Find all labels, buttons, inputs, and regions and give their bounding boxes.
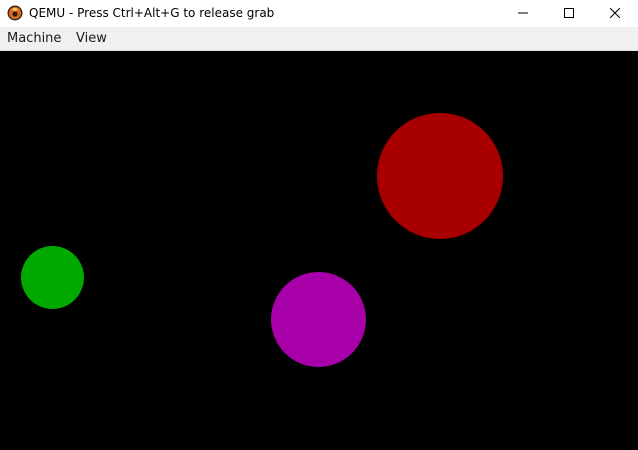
menu-bar: Machine View (0, 27, 638, 51)
window-title: QEMU - Press Ctrl+Alt+G to release grab (29, 6, 275, 20)
title-bar[interactable]: QEMU - Press Ctrl+Alt+G to release grab (0, 0, 638, 27)
close-icon (609, 5, 621, 23)
qemu-window: QEMU - Press Ctrl+Alt+G to release grab … (0, 0, 638, 450)
qemu-icon (7, 5, 23, 21)
minimize-icon (518, 5, 528, 23)
minimize-button[interactable] (500, 0, 546, 27)
red-ball (377, 113, 503, 239)
menu-machine[interactable]: Machine (7, 31, 61, 46)
maximize-icon (564, 5, 574, 23)
maximize-button[interactable] (546, 0, 592, 27)
green-ball (21, 246, 84, 309)
menu-view[interactable]: View (76, 31, 107, 46)
close-button[interactable] (592, 0, 638, 27)
vm-display[interactable] (0, 51, 638, 450)
magenta-ball (271, 272, 366, 367)
